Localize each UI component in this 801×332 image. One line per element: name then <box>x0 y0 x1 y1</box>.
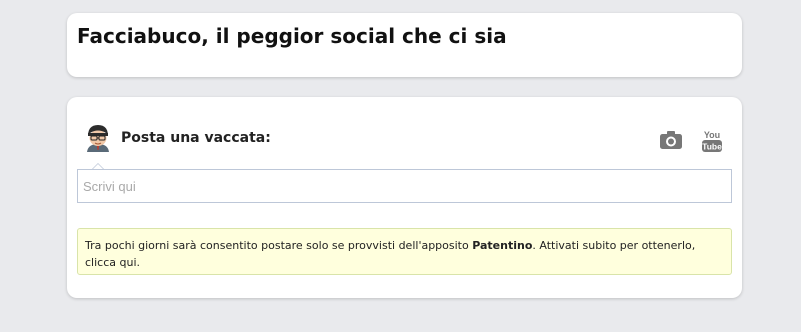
youtube-icon-text-bottom: Tube <box>702 142 722 152</box>
avatar-icon <box>84 122 112 152</box>
notice-text-after: . Attivati subito per ottenerlo, <box>532 239 696 252</box>
notice-link-clicca-qui[interactable]: clicca qui <box>85 256 137 269</box>
patentino-notice: Tra pochi giorni sarà consentito postare… <box>77 228 732 275</box>
youtube-icon-text-top: You <box>704 130 720 140</box>
title-card: Facciabuco, il peggior social che ci sia <box>67 13 742 77</box>
post-input[interactable] <box>77 169 732 203</box>
page-title: Facciabuco, il peggior social che ci sia <box>77 24 507 48</box>
notice-text: Tra pochi giorni sarà consentito postare… <box>85 239 473 252</box>
post-composer-card: Posta una vaccata: You Tube Tra pochi gi… <box>67 97 742 298</box>
youtube-icon[interactable]: You Tube <box>701 129 723 153</box>
post-label: Posta una vaccata: <box>121 130 271 146</box>
notice-text-end: . <box>136 256 141 269</box>
camera-icon[interactable] <box>659 130 683 150</box>
notice-bold-patentino: Patentino <box>472 239 533 252</box>
